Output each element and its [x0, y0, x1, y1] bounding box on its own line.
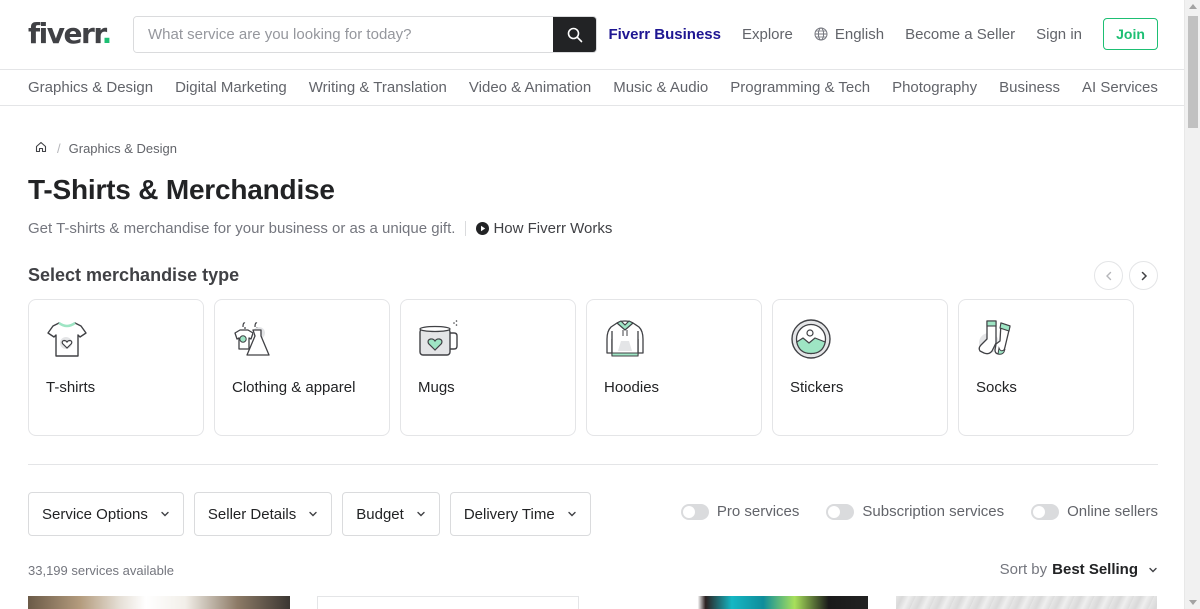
mug-icon [419, 320, 458, 356]
explore-link[interactable]: Explore [742, 26, 793, 43]
become-seller-link[interactable]: Become a Seller [905, 26, 1015, 43]
category-video-animation[interactable]: Video & Animation [469, 79, 591, 96]
filter-delivery-time[interactable]: Delivery Time [449, 492, 591, 536]
merch-card-label: Mugs [418, 379, 455, 396]
breadcrumb: / Graphics & Design [35, 141, 177, 156]
globe-icon [814, 27, 828, 41]
how-fiverr-works-label: How Fiverr Works [493, 220, 613, 237]
toggle-pro-services[interactable]: Pro services [680, 503, 800, 520]
search-input[interactable] [134, 17, 554, 52]
toggle-switch[interactable] [680, 503, 709, 520]
category-graphics-design[interactable]: Graphics & Design [28, 79, 153, 96]
chevron-down-icon [416, 509, 426, 519]
filter-bar: Service Options Seller Details Budget De… [28, 492, 601, 536]
sign-in-link[interactable]: Sign in [1036, 26, 1082, 43]
search-bar [133, 16, 597, 53]
chevron-down-icon [1148, 565, 1158, 575]
scroll-thumb[interactable] [1188, 16, 1198, 128]
gig-card-thumbnail[interactable] [896, 596, 1157, 609]
merch-card-socks[interactable]: Socks [958, 299, 1134, 436]
merch-card-label: T-shirts [46, 379, 96, 396]
breadcrumb-separator: / [57, 141, 61, 156]
filter-service-options[interactable]: Service Options [28, 492, 184, 536]
services-count: 33,199 services available [28, 563, 174, 578]
filter-label: Service Options [42, 505, 148, 523]
gig-card-thumbnail[interactable] [606, 596, 868, 609]
logo-text: fiverr [28, 17, 103, 50]
sort-label: Sort by [999, 561, 1048, 578]
category-digital-marketing[interactable]: Digital Marketing [175, 79, 287, 96]
scroll-up-arrow[interactable] [1189, 4, 1197, 9]
merch-card-hoodies[interactable]: Hoodies [586, 299, 762, 436]
filter-label: Budget [356, 505, 404, 523]
toggle-switch[interactable] [826, 503, 855, 520]
page-subtitle-row: Get T-shirts & merchandise for your busi… [28, 220, 612, 237]
merch-carousel: T-shirts Clothing & apparel Mugs Hoodies… [28, 299, 1144, 437]
chevron-down-icon [308, 509, 318, 519]
subtitle-divider [465, 221, 467, 236]
category-photography[interactable]: Photography [892, 79, 977, 96]
merch-card-mugs[interactable]: Mugs [400, 299, 576, 436]
page-scrollbar[interactable] [1184, 0, 1200, 609]
category-ai-services[interactable]: AI Services [1082, 79, 1158, 96]
chevron-left-icon [1105, 271, 1111, 280]
gig-card-thumbnail[interactable] [28, 596, 290, 609]
socks-icon [978, 320, 1011, 355]
toggle-online-sellers[interactable]: Online sellers [1031, 503, 1158, 520]
chevron-down-icon [567, 509, 577, 519]
play-circle-icon [476, 222, 490, 235]
header-nav: Fiverr Business Explore English Become a… [608, 18, 1158, 50]
filter-seller-details[interactable]: Seller Details [193, 492, 333, 536]
toggle-label: Pro services [716, 503, 800, 520]
carousel-prev-button[interactable] [1094, 261, 1123, 290]
search-icon [567, 27, 582, 42]
fiverr-logo[interactable]: fiverr. [28, 17, 113, 51]
page-subtitle: Get T-shirts & merchandise for your busi… [28, 220, 456, 237]
sticker-icon [791, 319, 831, 359]
merch-card-tshirts[interactable]: T-shirts [28, 299, 204, 436]
fiverr-business-link[interactable]: Fiverr Business [608, 26, 721, 43]
merch-card-label: Clothing & apparel [232, 379, 356, 396]
carousel-next-button[interactable] [1129, 261, 1158, 290]
merch-card-stickers[interactable]: Stickers [772, 299, 948, 436]
filter-label: Seller Details [207, 505, 297, 523]
toggle-label: Online sellers [1067, 503, 1158, 520]
join-button[interactable]: Join [1103, 18, 1158, 50]
how-fiverr-works-link[interactable]: How Fiverr Works [476, 220, 612, 237]
filter-label: Delivery Time [463, 505, 555, 523]
merch-card-label: Socks [976, 379, 1017, 396]
top-header: fiverr. Fiverr Business Explore English … [0, 0, 1184, 70]
category-nav: Graphics & Design Digital Marketing Writ… [0, 70, 1184, 106]
category-music-audio[interactable]: Music & Audio [613, 79, 708, 96]
language-label: English [834, 25, 885, 43]
hoodie-icon [606, 320, 644, 357]
category-programming-tech[interactable]: Programming & Tech [730, 79, 870, 96]
category-writing-translation[interactable]: Writing & Translation [309, 79, 447, 96]
merch-card-label: Stickers [790, 379, 844, 396]
toggle-filters: Pro services Subscription services Onlin… [654, 503, 1158, 520]
toggle-label: Subscription services [862, 503, 1005, 520]
logo-dot: . [101, 17, 113, 50]
sort-value: Best Selling [1052, 561, 1138, 578]
chevron-down-icon [160, 509, 170, 519]
toggle-subscription-services[interactable]: Subscription services [826, 503, 1004, 520]
category-business[interactable]: Business [999, 79, 1060, 96]
home-icon[interactable] [35, 141, 47, 156]
merch-card-label: Hoodies [604, 379, 660, 396]
sort-dropdown[interactable]: Sort by Best Selling [1000, 561, 1158, 578]
chevron-right-icon [1141, 271, 1147, 280]
filter-budget[interactable]: Budget [342, 492, 440, 536]
breadcrumb-item-graphics-design[interactable]: Graphics & Design [69, 141, 177, 156]
search-button[interactable] [553, 17, 596, 52]
gig-card-thumbnail[interactable] [317, 596, 579, 609]
toggle-switch[interactable] [1031, 503, 1060, 520]
section-divider [28, 464, 1158, 465]
language-selector[interactable]: English [814, 26, 884, 43]
tshirt-icon [47, 321, 87, 357]
scroll-down-arrow[interactable] [1189, 600, 1197, 605]
merch-section-title: Select merchandise type [28, 265, 240, 285]
clothing-icon [234, 322, 270, 356]
merch-card-clothing-apparel[interactable]: Clothing & apparel [214, 299, 390, 436]
page-title: T-Shirts & Merchandise [28, 174, 335, 205]
